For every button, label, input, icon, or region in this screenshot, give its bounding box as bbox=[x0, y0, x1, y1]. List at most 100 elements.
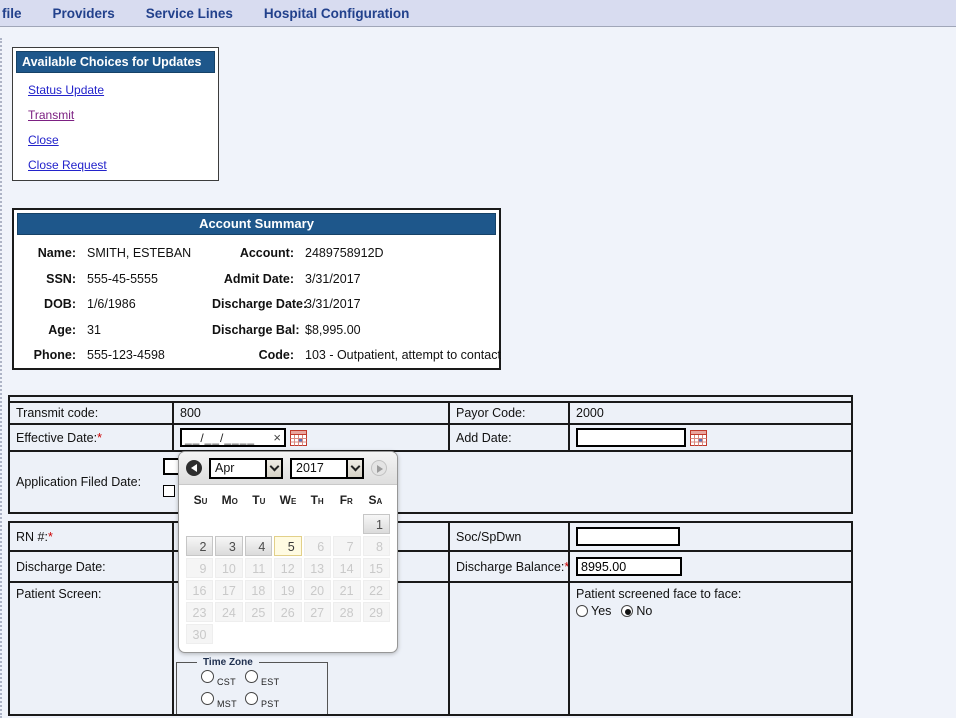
calendar-icon[interactable] bbox=[690, 430, 707, 446]
calendar-day-15: 15 bbox=[363, 558, 390, 578]
timezone-option-pst: PST bbox=[245, 692, 289, 709]
soc-spdwn-input[interactable] bbox=[576, 527, 680, 546]
available-choices-panel: Available Choices for Updates Status Upd… bbox=[12, 47, 219, 181]
weekday-label: Mo bbox=[215, 493, 244, 507]
calendar-day-17: 17 bbox=[215, 580, 242, 600]
choices-link-close[interactable]: Close bbox=[28, 133, 218, 147]
calendar-empty-cell bbox=[304, 514, 331, 534]
weekday-label: Fr bbox=[332, 493, 361, 507]
timezone-option-cst: CST bbox=[201, 670, 245, 687]
summary-label: Phone: bbox=[14, 343, 76, 369]
effective-date-input[interactable]: __/__/____ × bbox=[180, 428, 286, 447]
prev-month-button[interactable] bbox=[186, 460, 202, 476]
calendar-day-23: 23 bbox=[186, 602, 213, 622]
calendar-day-20: 20 bbox=[304, 580, 331, 600]
summary-label: Account: bbox=[212, 241, 294, 267]
screened-yes-radio[interactable] bbox=[576, 605, 588, 617]
nav-item-service-lines[interactable]: Service Lines bbox=[146, 6, 233, 21]
timezone-label-cst: CST bbox=[217, 677, 236, 687]
calendar-day-26: 26 bbox=[274, 602, 301, 622]
soc-spdwn-label: Soc/SpDwn bbox=[449, 522, 569, 551]
calendar-grid: 1234567891011121314151617181920212223242… bbox=[179, 514, 397, 644]
calendar-day-5[interactable]: 5 bbox=[274, 536, 301, 556]
nav-item-file[interactable]: file bbox=[2, 6, 22, 21]
add-date-label: Add Date: bbox=[449, 424, 569, 451]
calendar-day-1[interactable]: 1 bbox=[363, 514, 390, 534]
rn-number-label: RN #:* bbox=[9, 522, 173, 551]
calendar-empty-cell bbox=[215, 624, 242, 644]
summary-label: SSN: bbox=[14, 267, 76, 293]
required-marker: * bbox=[48, 530, 53, 544]
discharge-form-table: RN #:* Soc/SpDwn Discharge Date: Dischar… bbox=[8, 521, 853, 716]
choices-link-close-request[interactable]: Close Request bbox=[28, 158, 218, 172]
summary-value: 103 - Outpatient, attempt to contact bbox=[294, 343, 501, 369]
patient-screen-label: Patient Screen: bbox=[9, 582, 173, 715]
payor-code-label: Payor Code: bbox=[449, 402, 569, 424]
calendar-day-13: 13 bbox=[304, 558, 331, 578]
summary-value: $8,995.00 bbox=[294, 318, 501, 344]
calendar-day-2[interactable]: 2 bbox=[186, 536, 213, 556]
summary-value: 3/31/2017 bbox=[294, 267, 501, 293]
calendar-day-29: 29 bbox=[363, 602, 390, 622]
month-select[interactable]: Apr bbox=[209, 458, 283, 479]
timezone-label-est: EST bbox=[261, 677, 279, 687]
summary-value: 31 bbox=[76, 318, 212, 344]
calendar-day-4[interactable]: 4 bbox=[245, 536, 272, 556]
add-date-input[interactable] bbox=[576, 428, 686, 447]
summary-label: Discharge Date: bbox=[212, 292, 294, 318]
required-marker: * bbox=[97, 431, 102, 445]
discharge-balance-input[interactable] bbox=[576, 557, 682, 576]
top-nav: file Providers Service Lines Hospital Confi… bbox=[0, 0, 956, 27]
calendar-day-21: 21 bbox=[333, 580, 360, 600]
available-choices-header: Available Choices for Updates bbox=[16, 51, 215, 73]
nav-item-providers[interactable]: Providers bbox=[53, 6, 115, 21]
summary-label: Admit Date: bbox=[212, 267, 294, 293]
calendar-icon[interactable] bbox=[290, 430, 307, 446]
calendar-day-12: 12 bbox=[274, 558, 301, 578]
year-select[interactable]: 2017 bbox=[290, 458, 364, 479]
next-month-button[interactable] bbox=[371, 460, 387, 476]
calendar-empty-cell bbox=[333, 514, 360, 534]
weekday-header: SuMoTuWeThFrSa bbox=[179, 493, 397, 507]
timezone-radio-pst[interactable] bbox=[245, 692, 258, 705]
account-summary-grid: Name:SMITH, ESTEBANAccount:2489758912DSS… bbox=[14, 241, 495, 369]
summary-label: Name: bbox=[14, 241, 76, 267]
empty-cell bbox=[449, 582, 569, 715]
timezone-radio-cst[interactable] bbox=[201, 670, 214, 683]
calendar-day-3[interactable]: 3 bbox=[215, 536, 242, 556]
summary-label: Code: bbox=[212, 343, 294, 369]
clear-icon[interactable]: × bbox=[273, 431, 281, 444]
chevron-down-icon bbox=[265, 460, 281, 477]
timezone-options: CSTESTMSTPST bbox=[177, 668, 327, 709]
calendar-day-19: 19 bbox=[274, 580, 301, 600]
weekday-label: Sa bbox=[361, 493, 390, 507]
calendar-day-6: 6 bbox=[304, 536, 331, 556]
screened-no-radio[interactable] bbox=[621, 605, 633, 617]
summary-value: 555-45-5555 bbox=[76, 267, 212, 293]
calendar-day-27: 27 bbox=[304, 602, 331, 622]
timezone-radio-mst[interactable] bbox=[201, 692, 214, 705]
account-summary-panel: Account Summary Name:SMITH, ESTEBANAccou… bbox=[12, 208, 501, 370]
calendar-day-8: 8 bbox=[363, 536, 390, 556]
calendar-empty-cell bbox=[333, 624, 360, 644]
available-choices-links: Status Update Transmit Close Close Request bbox=[13, 76, 218, 172]
summary-label: DOB: bbox=[14, 292, 76, 318]
summary-label: Discharge Bal: bbox=[212, 318, 294, 344]
choices-link-status-update[interactable]: Status Update bbox=[28, 83, 218, 97]
left-dotted-edge bbox=[0, 38, 2, 718]
timezone-legend: Time Zone bbox=[197, 657, 259, 668]
timezone-radio-est[interactable] bbox=[245, 670, 258, 683]
chevron-down-icon bbox=[346, 460, 362, 477]
nav-item-hospital-configuration[interactable]: Hospital Configuration bbox=[264, 6, 410, 21]
calendar-day-30: 30 bbox=[186, 624, 213, 644]
calendar-day-22: 22 bbox=[363, 580, 390, 600]
summary-label: Age: bbox=[14, 318, 76, 344]
calendar-empty-cell bbox=[304, 624, 331, 644]
calendar-day-10: 10 bbox=[215, 558, 242, 578]
discharge-date-label: Discharge Date: bbox=[9, 551, 173, 582]
application-filed-checkbox[interactable] bbox=[163, 485, 175, 497]
calendar-day-16: 16 bbox=[186, 580, 213, 600]
discharge-form-section: RN #:* Soc/SpDwn Discharge Date: Dischar… bbox=[8, 521, 853, 718]
choices-link-transmit[interactable]: Transmit bbox=[28, 108, 218, 122]
datepicker-popup: Apr 2017 SuMoTuWeThFrSa 1234567891011121… bbox=[178, 451, 398, 653]
